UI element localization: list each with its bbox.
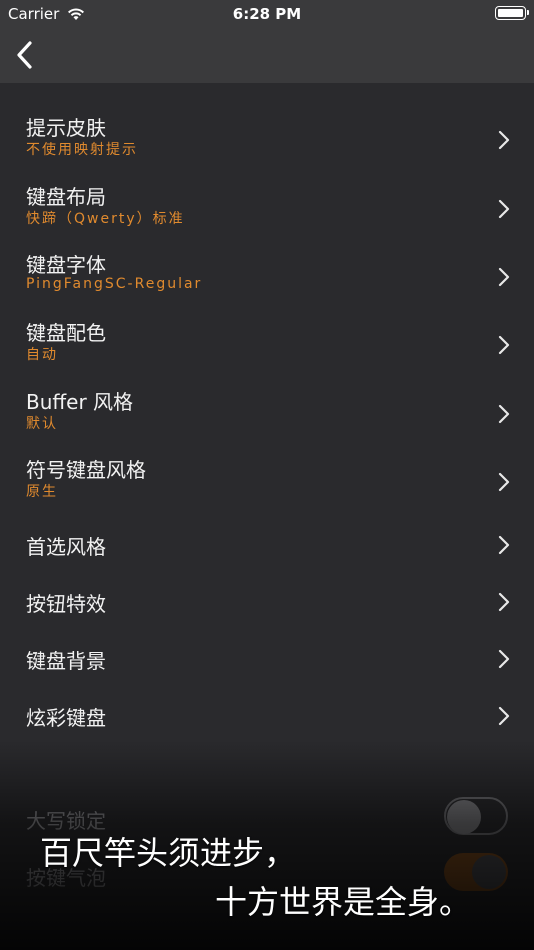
settings-row-keyboard-background[interactable]: 键盘背景 <box>0 639 534 679</box>
row-title: 键盘背景 <box>26 649 106 673</box>
chevron-right-icon <box>498 592 510 612</box>
row-subtitle: 不使用映射提示 <box>26 142 138 158</box>
chevron-right-icon <box>498 335 510 355</box>
settings-row-symbol-keyboard-style[interactable]: 符号键盘风格 原生 <box>0 452 534 512</box>
row-title: 键盘布局 <box>26 185 106 209</box>
chevron-right-icon <box>498 199 510 219</box>
chevron-right-icon <box>498 649 510 669</box>
row-title: 键盘字体 <box>26 253 106 277</box>
chevron-right-icon <box>498 706 510 726</box>
battery-icon <box>495 6 529 20</box>
settings-row-button-effects[interactable]: 按钮特效 <box>0 582 534 622</box>
row-subtitle: 快蹄（Qwerty）标准 <box>26 211 185 227</box>
settings-row-preferred-style[interactable]: 首选风格 <box>0 525 534 565</box>
row-title: 键盘配色 <box>26 321 106 345</box>
row-subtitle: 默认 <box>26 416 58 432</box>
settings-row-colorful-keyboard[interactable]: 炫彩键盘 <box>0 696 534 736</box>
row-subtitle: PingFangSC-Regular <box>26 276 203 292</box>
status-bar: Carrier 6:28 PM <box>0 0 534 28</box>
row-title: 炫彩键盘 <box>26 706 106 730</box>
row-title: 提示皮肤 <box>26 116 106 140</box>
settings-row-buffer-style[interactable]: Buffer 风格 默认 <box>0 384 534 444</box>
chevron-left-icon[interactable] <box>12 38 42 72</box>
poem-line-1: 百尺竿头须进步， <box>40 834 297 872</box>
chevron-right-icon <box>498 472 510 492</box>
navigation-bar <box>0 28 534 83</box>
caps-lock-switch[interactable] <box>444 797 508 835</box>
row-subtitle: 自动 <box>26 347 58 363</box>
settings-row-keyboard-color[interactable]: 键盘配色 自动 <box>0 315 534 375</box>
status-time: 6:28 PM <box>232 5 302 23</box>
settings-row-hint-skin[interactable]: 提示皮肤 不使用映射提示 <box>0 110 534 170</box>
chevron-right-icon <box>498 404 510 424</box>
chevron-right-icon <box>498 267 510 287</box>
row-title: 按钮特效 <box>26 592 106 616</box>
row-title: 符号键盘风格 <box>26 458 146 482</box>
row-title: Buffer 风格 <box>26 390 134 414</box>
poem-line-2: 十方世界是全身。 <box>215 883 472 921</box>
settings-row-keyboard-layout[interactable]: 键盘布局 快蹄（Qwerty）标准 <box>0 179 534 239</box>
row-subtitle: 原生 <box>26 484 58 500</box>
chevron-right-icon <box>498 130 510 150</box>
settings-row-keyboard-font[interactable]: 键盘字体 PingFangSC-Regular <box>0 247 534 307</box>
switch-knob <box>447 800 481 834</box>
row-title: 首选风格 <box>26 535 106 559</box>
chevron-right-icon <box>498 535 510 555</box>
switch-knob <box>472 855 506 889</box>
